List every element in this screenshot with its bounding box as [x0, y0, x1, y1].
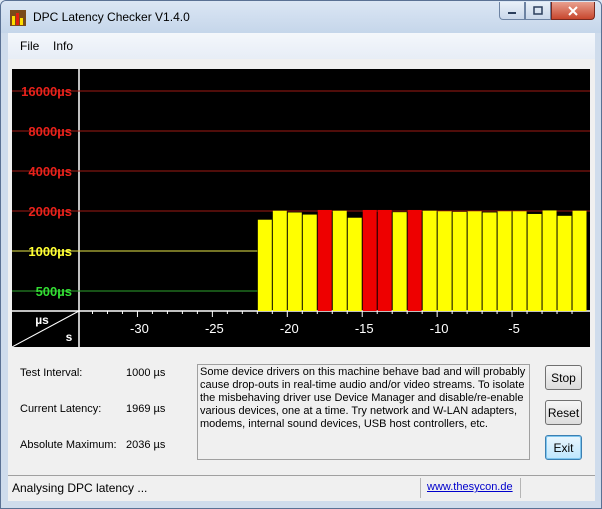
close-icon	[568, 5, 578, 16]
latency-bar	[302, 214, 317, 311]
reset-button[interactable]: Reset	[545, 400, 582, 425]
latency-graph: 16000µs 8000µs 4000µs 2000µs 1000µs 500µs -30 -…	[12, 69, 590, 347]
app-window: DPC Latency Checker V1.4.0 File Info 160…	[0, 0, 602, 509]
latency-bar	[527, 213, 542, 311]
y-tick-label: 1000µs	[28, 244, 72, 259]
app-logo-icon	[10, 10, 26, 26]
test-interval-value: 1000 µs	[126, 367, 166, 379]
caption-buttons	[499, 2, 595, 21]
latency-bar	[377, 209, 392, 311]
status-separator	[420, 478, 421, 498]
y-tick-label: 2000µs	[28, 204, 72, 219]
maximize-icon	[533, 6, 543, 15]
x-tick-label: -25	[205, 321, 224, 336]
y-tick-label: 4000µs	[28, 164, 72, 179]
x-tick-label: -20	[280, 321, 299, 336]
latency-bar	[437, 211, 452, 311]
latency-bar	[362, 209, 377, 311]
latency-bar	[257, 219, 272, 311]
latency-bar	[572, 210, 587, 311]
latency-bar	[332, 210, 347, 311]
x-tick-label: -30	[130, 321, 149, 336]
menu-bar: File Info	[8, 33, 595, 59]
exit-button[interactable]: Exit	[545, 435, 582, 460]
latency-bar	[287, 212, 302, 311]
window-title: DPC Latency Checker V1.4.0	[33, 10, 190, 24]
client-area: File Info 16000µs 8000µs 4000µs 2000µs 1000µ…	[8, 33, 595, 501]
x-tick-label: -15	[355, 321, 374, 336]
latency-bar	[557, 215, 572, 311]
latency-bar	[407, 209, 422, 311]
latency-bar	[317, 209, 332, 311]
status-separator	[520, 478, 521, 498]
test-interval-label: Test Interval:	[20, 367, 83, 379]
latency-bar	[467, 211, 482, 311]
x-tick-label: -5	[508, 321, 520, 336]
latency-bar	[272, 210, 287, 311]
maximize-button[interactable]	[525, 2, 551, 20]
status-bar: Analysing DPC latency ... www.thesycon.d…	[8, 475, 595, 500]
corner-label-s: s	[66, 330, 73, 344]
latency-bar	[512, 211, 527, 311]
latency-bar	[392, 212, 407, 311]
absolute-maximum-label: Absolute Maximum:	[20, 439, 117, 451]
latency-bar	[452, 211, 467, 311]
menu-info[interactable]: Info	[53, 39, 73, 53]
latency-bar	[422, 210, 437, 311]
status-text: Analysing DPC latency ...	[12, 481, 148, 495]
minimize-button[interactable]	[499, 2, 525, 20]
y-tick-label: 500µs	[36, 284, 72, 299]
website-link[interactable]: www.thesycon.de	[427, 481, 513, 493]
current-latency-label: Current Latency:	[20, 403, 102, 415]
latency-bar	[497, 211, 512, 311]
minimize-icon	[508, 11, 516, 14]
info-message: Some device drivers on this machine beha…	[197, 364, 530, 460]
latency-bar	[482, 212, 497, 311]
close-button[interactable]	[551, 2, 595, 20]
menu-file[interactable]: File	[20, 39, 39, 53]
title-bar[interactable]: DPC Latency Checker V1.4.0	[1, 1, 601, 33]
x-tick-label: -10	[430, 321, 449, 336]
stop-button[interactable]: Stop	[545, 365, 582, 390]
absolute-maximum-value: 2036 µs	[126, 439, 166, 451]
y-tick-label: 16000µs	[21, 84, 72, 99]
latency-bar	[347, 217, 362, 311]
latency-chart: 16000µs 8000µs 4000µs 2000µs 1000µs 500µs -30 -…	[12, 69, 590, 347]
corner-label-us: µs	[35, 313, 49, 327]
y-tick-label: 8000µs	[28, 124, 72, 139]
current-latency-value: 1969 µs	[126, 403, 166, 415]
latency-bar	[542, 210, 557, 311]
